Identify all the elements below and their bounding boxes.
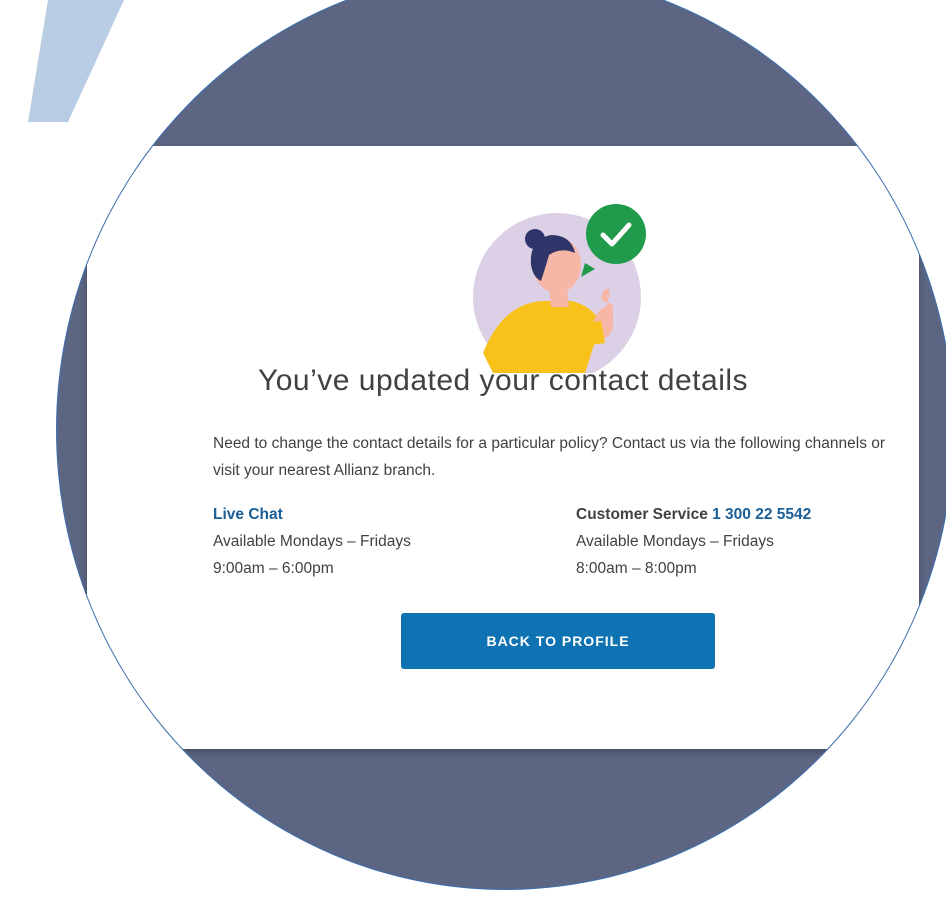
customer-service-hours: 8:00am – 8:00pm [576,560,697,577]
confirmation-card: You’ve updated your contact details Need… [87,146,919,749]
live-chat-hours: 9:00am – 6:00pm [213,560,334,577]
customer-service-availability: Available Mondays – Fridays [576,533,774,550]
live-chat-link[interactable]: Live Chat [213,506,283,523]
stage: You’ve updated your contact details Need… [0,0,946,897]
back-to-profile-button[interactable]: BACK TO PROFILE [401,613,715,669]
page-title: You’ve updated your contact details [257,364,749,397]
intro-text: Need to change the contact details for a… [213,435,886,479]
customer-service-block: Customer Service 1 300 22 5542 Available… [576,501,811,582]
customer-service-label: Customer Service [576,506,708,523]
live-chat-block: Live Chat Available Mondays – Fridays 9:… [213,501,411,582]
customer-service-phone-link[interactable]: 1 300 22 5542 [712,506,811,523]
checkmark-icon [586,204,646,264]
circle-background: You’ve updated your contact details Need… [56,0,946,890]
live-chat-availability: Available Mondays – Fridays [213,533,411,550]
